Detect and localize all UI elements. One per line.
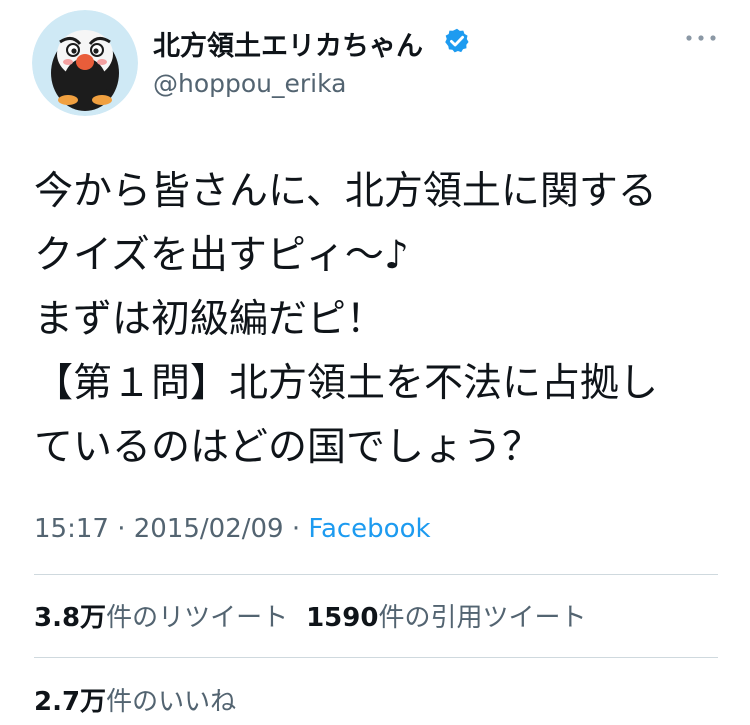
retweets-label: 件のリツイート bbox=[106, 603, 289, 633]
retweets-link[interactable]: 3.8万件のリツイート bbox=[34, 603, 288, 633]
meta-separator: · bbox=[108, 514, 134, 544]
avatar[interactable] bbox=[32, 10, 138, 116]
likes-link[interactable]: 2.7万件のいいね bbox=[34, 687, 236, 717]
tweet-meta: 15:17 · 2015/02/09 · Facebook bbox=[34, 514, 431, 544]
more-horizontal-icon[interactable] bbox=[683, 26, 719, 50]
quotes-label: 件の引用ツイート bbox=[378, 603, 587, 633]
quotes-count: 1590 bbox=[306, 603, 379, 633]
display-name[interactable]: 北方領土エリカちゃん bbox=[153, 24, 423, 63]
stats-row-retweets: 3.8万件のリツイート 1590件の引用ツイート bbox=[34, 597, 586, 634]
divider bbox=[34, 574, 718, 575]
stats-row-likes: 2.7万件のいいね bbox=[34, 681, 236, 718]
tweet-source-link[interactable]: Facebook bbox=[308, 514, 430, 544]
user-handle[interactable]: @hoppou_erika bbox=[153, 69, 346, 98]
verified-badge-icon bbox=[445, 28, 469, 53]
tweet-time[interactable]: 15:17 bbox=[34, 514, 109, 544]
tweet-date[interactable]: 2015/02/09 bbox=[134, 514, 284, 544]
penguin-avatar-image bbox=[32, 10, 138, 116]
meta-separator: · bbox=[283, 514, 309, 544]
likes-count: 2.7万 bbox=[34, 687, 107, 717]
divider bbox=[34, 657, 718, 658]
likes-label: 件のいいね bbox=[106, 687, 237, 717]
tweet-text: 今から皆さんに、北方領土に関する クイズを出すピィ～♪ まずは初級編だピ！ 【第… bbox=[34, 169, 659, 470]
quotes-link[interactable]: 1590件の引用ツイート bbox=[306, 603, 586, 633]
retweets-count: 3.8万 bbox=[34, 603, 107, 633]
